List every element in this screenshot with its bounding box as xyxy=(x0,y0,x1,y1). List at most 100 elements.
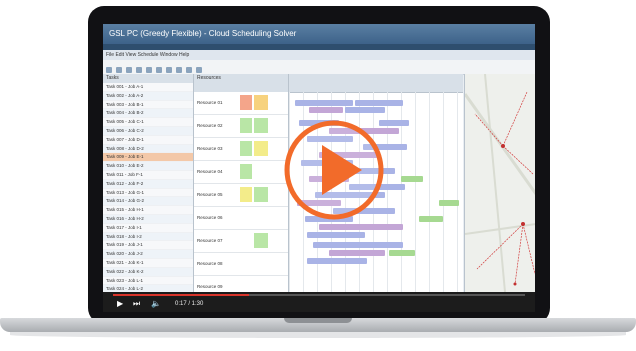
task-row[interactable]: Task 009 - Job E-1 xyxy=(103,153,193,163)
gantt-bar[interactable] xyxy=(309,107,343,113)
status-cell xyxy=(254,118,268,133)
resource-name: Resource 02 xyxy=(197,123,223,128)
task-row[interactable]: Task 015 - Job H-1 xyxy=(103,206,193,215)
task-list-header: Tasks xyxy=(103,74,193,83)
gantt-bar[interactable] xyxy=(389,250,415,256)
laptop-notch xyxy=(284,318,352,323)
status-cell xyxy=(254,95,268,110)
status-cell xyxy=(254,210,268,225)
task-row[interactable]: Task 003 - Job B-1 xyxy=(103,101,193,110)
resource-header: Resources xyxy=(194,74,288,92)
volume-icon[interactable]: 🔈 xyxy=(151,299,161,309)
task-row[interactable]: Task 020 - Job J-2 xyxy=(103,250,193,259)
gantt-bar[interactable] xyxy=(295,100,353,106)
play-icon[interactable]: ▶ xyxy=(117,299,123,309)
tool-icon xyxy=(106,67,112,73)
task-row[interactable]: Task 021 - Job K-1 xyxy=(103,259,193,268)
task-row[interactable]: Task 007 - Job D-1 xyxy=(103,136,193,145)
resource-row[interactable]: Resource 08 xyxy=(194,253,288,276)
gantt-timeline-header xyxy=(289,74,463,93)
task-row[interactable]: Task 006 - Job C-2 xyxy=(103,126,193,136)
gantt-bar[interactable] xyxy=(307,232,365,238)
resource-name: Resource 08 xyxy=(197,261,223,266)
status-cell xyxy=(240,118,252,133)
task-row[interactable]: Task 014 - Job G-2 xyxy=(103,197,193,207)
menu-bar: File Edit View Schedule Window Help xyxy=(103,50,535,60)
task-row[interactable]: Task 012 - Job F-2 xyxy=(103,179,193,189)
next-icon[interactable]: ⏭ xyxy=(133,299,140,309)
resource-row[interactable]: Resource 03 xyxy=(194,138,288,161)
time-display: 0:17 / 1:30 xyxy=(175,301,204,307)
status-cell xyxy=(240,187,252,202)
resource-row[interactable]: Resource 04 xyxy=(194,161,288,184)
resource-panel: Resources Resource 01 Resource 02 Resource… xyxy=(194,74,289,299)
tool-icon xyxy=(136,67,142,73)
status-cell xyxy=(240,164,252,179)
resource-row[interactable]: Resource 06 xyxy=(194,207,288,230)
task-row[interactable]: Task 016 - Job H-2 xyxy=(103,214,193,224)
resource-row[interactable]: Resource 02 xyxy=(194,115,288,138)
tool-icon xyxy=(116,67,122,73)
progress-bar[interactable] xyxy=(113,294,525,296)
status-cell xyxy=(240,210,252,225)
gantt-bar[interactable] xyxy=(419,216,443,222)
task-row[interactable]: Task 008 - Job D-2 xyxy=(103,144,193,154)
task-row[interactable]: Task 004 - Job B-2 xyxy=(103,109,193,119)
gantt-bar[interactable] xyxy=(319,224,403,230)
video-controls[interactable]: ▶ ⏭ 🔈 0:17 / 1:30 xyxy=(103,292,535,312)
task-row[interactable]: Task 011 - Job F-1 xyxy=(103,171,193,180)
status-cell xyxy=(254,141,268,156)
status-cell xyxy=(240,141,252,156)
gantt-bar[interactable] xyxy=(401,176,423,182)
status-cell xyxy=(254,187,268,202)
task-row[interactable]: Task 019 - Job J-1 xyxy=(103,241,193,251)
status-cell xyxy=(254,164,268,179)
resource-name: Resource 01 xyxy=(197,100,223,105)
window-title: GSL PC (Greedy Flexible) - Cloud Schedul… xyxy=(103,24,535,44)
status-cell xyxy=(240,233,252,248)
gantt-bar[interactable] xyxy=(345,107,385,113)
tool-icon xyxy=(176,67,182,73)
task-list-panel: Tasks Task 001 - Job A-1 Task 002 - Job A… xyxy=(103,74,194,292)
tool-icon xyxy=(146,67,152,73)
status-cell xyxy=(240,95,252,110)
resource-name: Resource 09 xyxy=(197,284,223,289)
task-row[interactable]: Task 002 - Job A-2 xyxy=(103,91,193,101)
tool-icon xyxy=(166,67,172,73)
resource-name: Resource 06 xyxy=(197,215,223,220)
map-routes xyxy=(465,74,535,292)
task-row[interactable]: Task 010 - Job E-2 xyxy=(103,162,193,171)
resource-row[interactable]: Resource 05 xyxy=(194,184,288,207)
task-row[interactable]: Task 005 - Job C-1 xyxy=(103,118,193,127)
task-row[interactable]: Task 018 - Job I-2 xyxy=(103,232,193,242)
tool-icon xyxy=(186,67,192,73)
resource-name: Resource 04 xyxy=(197,169,223,174)
tool-icon xyxy=(196,67,202,73)
tool-icon xyxy=(126,67,132,73)
task-row[interactable]: Task 024 - Job L-2 xyxy=(103,285,193,292)
progress-fill xyxy=(113,294,249,296)
gantt-bar[interactable] xyxy=(307,258,367,264)
gantt-bar[interactable] xyxy=(439,200,459,206)
resource-row[interactable]: Resource 07 xyxy=(194,230,288,253)
gantt-bar[interactable] xyxy=(313,242,403,248)
toolbar xyxy=(103,60,535,75)
tool-icon xyxy=(156,67,162,73)
gantt-bar[interactable] xyxy=(355,100,403,106)
task-row[interactable]: Task 022 - Job K-2 xyxy=(103,267,193,277)
resource-name: Resource 07 xyxy=(197,238,223,243)
resource-name: Resource 03 xyxy=(197,146,223,151)
task-row[interactable]: Task 023 - Job L-1 xyxy=(103,277,193,286)
resource-row[interactable]: Resource 01 xyxy=(194,92,288,115)
status-cell xyxy=(254,256,268,271)
status-cell xyxy=(240,256,252,271)
route-map xyxy=(464,74,535,292)
resource-name: Resource 05 xyxy=(197,192,223,197)
gantt-bar[interactable] xyxy=(329,250,385,256)
task-row[interactable]: Task 013 - Job G-1 xyxy=(103,189,193,198)
play-button-icon[interactable] xyxy=(282,118,386,222)
laptop-shadow xyxy=(10,332,626,338)
status-cell xyxy=(254,233,268,248)
task-row[interactable]: Task 017 - Job I-1 xyxy=(103,224,193,233)
task-row[interactable]: Task 001 - Job A-1 xyxy=(103,83,193,92)
